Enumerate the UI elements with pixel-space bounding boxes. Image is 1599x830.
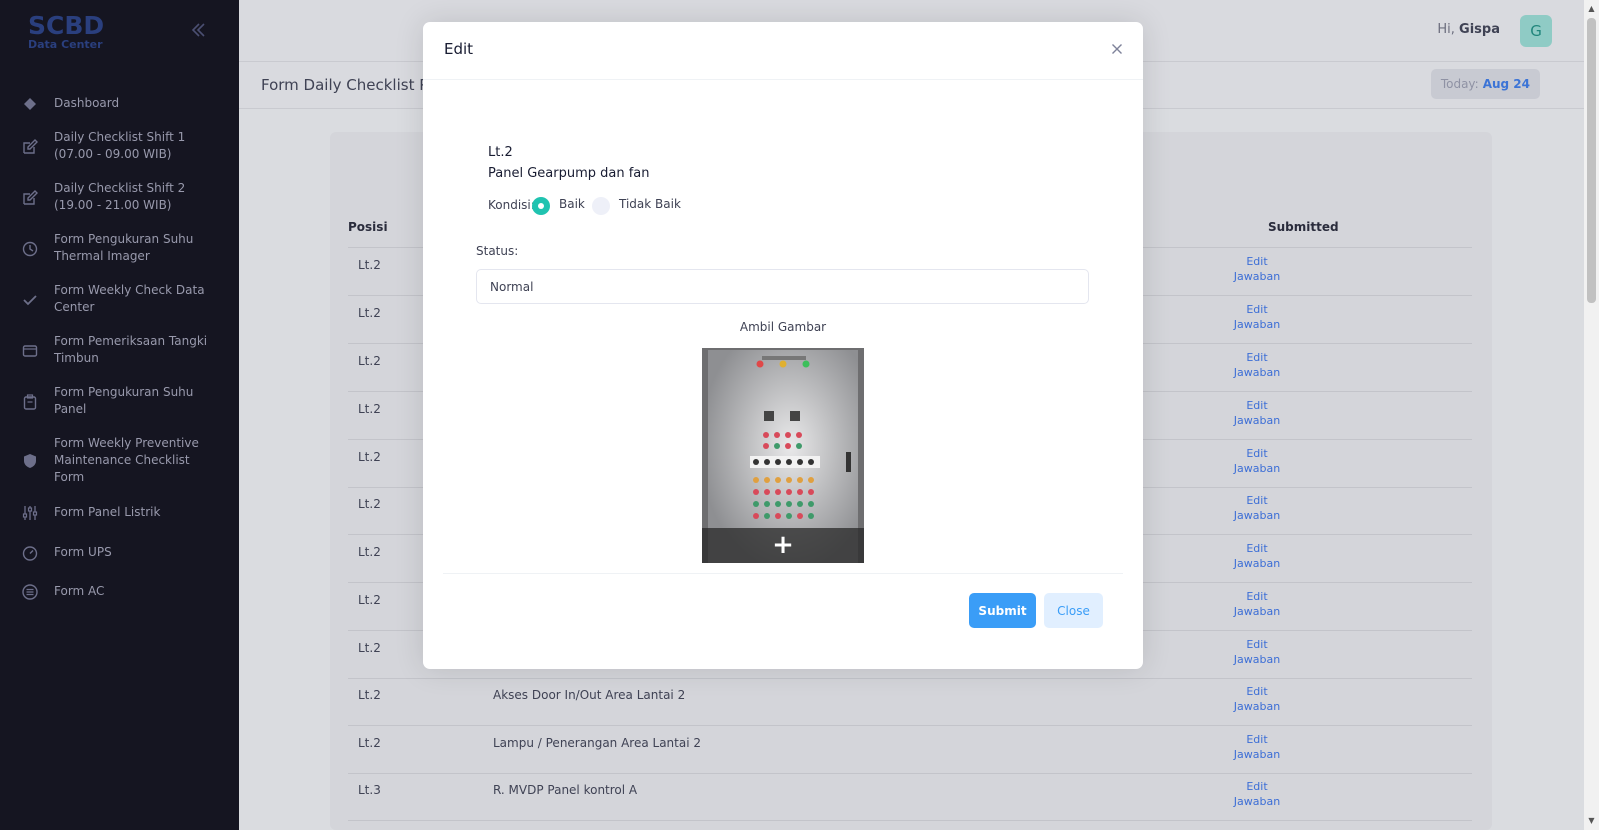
panel-photo[interactable]: + [702, 348, 864, 563]
modal-title: Edit [444, 40, 474, 58]
status-label: Status: [476, 244, 519, 258]
submit-button[interactable]: Submit [969, 593, 1036, 628]
kondisi-label: Kondisi: [488, 198, 535, 212]
scroll-up-arrow-icon[interactable]: ▲ [1587, 4, 1596, 14]
radio-tidak-baik-label[interactable]: Tidak Baik [619, 197, 681, 211]
question-position: Lt.2 [488, 145, 513, 160]
status-input[interactable] [476, 269, 1089, 304]
modal-footer-divider [443, 573, 1123, 574]
modal-header: Edit [423, 22, 1143, 80]
radio-baik[interactable] [532, 197, 550, 215]
scrollbar-thumb[interactable] [1587, 18, 1596, 303]
scroll-down-arrow-icon[interactable]: ▼ [1587, 816, 1596, 826]
page-scrollbar[interactable]: ▲ ▼ [1584, 0, 1599, 830]
close-button[interactable]: Close [1044, 593, 1103, 628]
radio-baik-label[interactable]: Baik [559, 197, 585, 211]
photo-caption: Ambil Gambar [739, 320, 827, 334]
edit-modal: Edit Lt.2 Panel Gearpump dan fan Kondisi… [423, 22, 1143, 669]
question-item-name: Panel Gearpump dan fan [488, 166, 650, 181]
radio-tidak-baik[interactable] [592, 197, 610, 215]
close-icon[interactable] [1109, 41, 1125, 57]
add-photo-icon[interactable]: + [702, 528, 864, 563]
